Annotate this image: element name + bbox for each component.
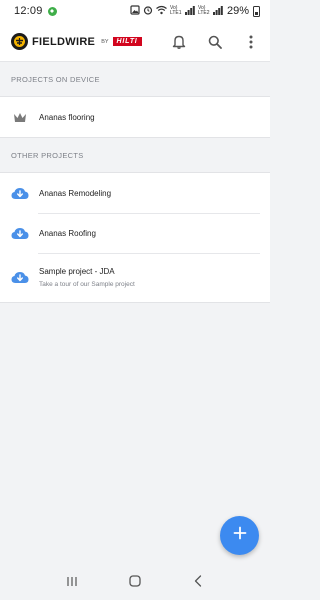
section-header-on-device: PROJECTS ON DEVICE — [11, 74, 100, 84]
plus-icon — [233, 526, 247, 545]
project-item-ananas-flooring[interactable]: Ananas flooring — [0, 97, 270, 137]
notification-dot-icon — [47, 6, 57, 16]
wifi-icon — [156, 5, 167, 17]
signal-icon-2 — [212, 5, 223, 17]
project-item-ananas-remodeling[interactable]: Ananas Remodeling — [0, 173, 270, 213]
project-title: Ananas flooring — [39, 112, 95, 122]
project-subtitle: Take a tour of our Sample project — [39, 281, 135, 288]
network-label-1: Vo) LTE1 — [169, 5, 182, 16]
project-title: Ananas Remodeling — [39, 188, 112, 198]
status-bar: 12:09 Vo) LTE1 Vo) LTE2 29% — [0, 0, 270, 22]
brand: FIELDWIRE BY HILTI — [11, 33, 142, 50]
recent-apps-icon[interactable] — [62, 571, 82, 591]
brand-by: BY — [101, 38, 109, 45]
gallery-icon — [130, 5, 140, 17]
fieldwire-logo-icon — [11, 33, 28, 50]
cloud-download-icon — [11, 224, 29, 242]
home-icon[interactable] — [125, 571, 145, 591]
other-projects-list: Ananas Remodeling Ananas Roofing Sample … — [0, 172, 270, 303]
hilti-logo: HILTI — [112, 37, 142, 46]
bell-icon[interactable] — [170, 33, 188, 51]
status-time: 12:09 — [14, 5, 43, 17]
more-vert-icon[interactable] — [242, 33, 260, 51]
project-item-sample-project[interactable]: Sample project - JDA Take a tour of our … — [0, 253, 270, 302]
brand-name: FIELDWIRE — [32, 35, 96, 48]
add-project-button[interactable] — [220, 516, 259, 555]
system-nav-bar — [0, 562, 270, 600]
project-item-ananas-roofing[interactable]: Ananas Roofing — [0, 213, 270, 253]
cloud-download-icon — [11, 184, 29, 202]
cloud-download-icon — [11, 269, 29, 287]
project-title: Sample project - JDA — [39, 267, 115, 276]
alarm-icon — [143, 5, 153, 17]
on-device-list: Ananas flooring — [0, 96, 270, 138]
project-title: Ananas Roofing — [39, 228, 96, 238]
network-label-2: Vo) LTE2 — [197, 5, 210, 16]
section-header-other: OTHER PROJECTS — [11, 150, 84, 160]
crown-icon — [11, 108, 29, 126]
signal-icon — [184, 5, 195, 17]
battery-icon — [253, 5, 260, 17]
search-icon[interactable] — [206, 33, 224, 51]
battery-percent: 29% — [226, 5, 249, 17]
back-icon[interactable] — [188, 571, 208, 591]
app-bar: FIELDWIRE BY HILTI — [0, 22, 270, 62]
